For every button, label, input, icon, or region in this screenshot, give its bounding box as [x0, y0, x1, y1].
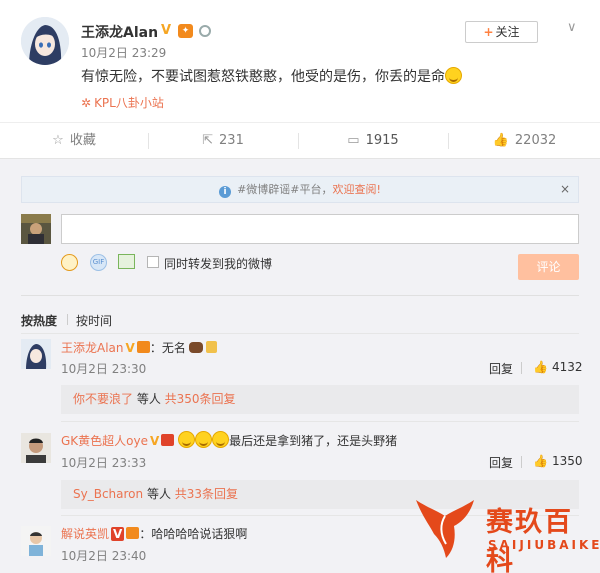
- plus-icon: +: [483, 25, 494, 39]
- comment-author[interactable]: 王添龙Alan: [61, 341, 124, 355]
- info-icon: i: [219, 186, 232, 198]
- comment-avatar[interactable]: [21, 433, 51, 463]
- thumbs-up-icon: 👍: [533, 360, 548, 374]
- beer-emoji-icon: [205, 341, 217, 353]
- watermark-en: SAIJIUBAIKE: [488, 538, 600, 552]
- comment-icon: ▭: [347, 133, 360, 148]
- comment-avatar[interactable]: [21, 526, 51, 556]
- gif-icon[interactable]: GIF: [90, 254, 107, 271]
- source-icon: ✲: [81, 96, 92, 110]
- post-text: 有惊无险，不要试图惹怒铁憨憨，他受的是伤，你丢的是命: [81, 66, 462, 86]
- verified-icon: V: [125, 341, 135, 355]
- comment-time[interactable]: 10月2日 23:30: [61, 360, 146, 377]
- repost-button[interactable]: ⇱ 231: [149, 123, 297, 159]
- smile-emoji-icon: [195, 431, 213, 448]
- comment-text: ：无名: [149, 341, 186, 355]
- star-icon: ☆: [52, 133, 64, 148]
- like-button[interactable]: 👍 22032: [449, 123, 600, 159]
- notice-link[interactable]: 欢迎查阅!: [333, 183, 381, 196]
- comment-author[interactable]: 解说英凯: [61, 527, 109, 541]
- smile-emoji-icon: [445, 67, 462, 84]
- emoji-icon[interactable]: [61, 254, 78, 271]
- author-avatar[interactable]: [21, 17, 69, 65]
- thumbs-up-icon: 👍: [492, 133, 509, 148]
- comment-time[interactable]: 10月2日 23:40: [61, 547, 146, 564]
- member-badge-icon: [136, 341, 150, 353]
- fish-logo-icon: [416, 500, 474, 558]
- divider: [521, 456, 522, 468]
- smile-emoji-icon: [212, 431, 230, 448]
- smile-emoji-icon: [178, 431, 196, 448]
- reply-button[interactable]: 回复: [489, 454, 513, 471]
- sync-repost-label[interactable]: 同时转发到我的微博: [164, 255, 272, 272]
- comment-avatar[interactable]: [21, 339, 51, 369]
- post-source[interactable]: ✲ KPL八卦小站: [81, 94, 164, 111]
- favorite-button[interactable]: ☆ 收藏: [0, 123, 148, 159]
- watermark-cn: 赛玖百科: [486, 507, 573, 573]
- weibo-post: 王添龙Alan V ✦ 10月2日 23:29 有惊无险，不要试图惹怒铁憨憨，他…: [0, 0, 600, 122]
- divider: [521, 362, 522, 374]
- comment-author[interactable]: GK黄色超人oye: [61, 434, 148, 448]
- comment-button[interactable]: ▭ 1915: [299, 123, 447, 159]
- boar-emoji-icon: [188, 342, 203, 353]
- comment-header: 解说英凯 V ：哈哈哈哈说话狠啊: [61, 525, 247, 542]
- sync-repost-checkbox[interactable]: [147, 256, 159, 268]
- submit-comment-button[interactable]: 评论: [518, 254, 579, 280]
- my-avatar[interactable]: [21, 214, 51, 244]
- divider: [21, 295, 579, 296]
- post-action-bar: ☆ 收藏 ⇱ 231 ▭ 1915 👍 22032: [0, 122, 600, 158]
- level-badge-icon[interactable]: [199, 25, 211, 37]
- chevron-down-icon[interactable]: ∨: [567, 20, 577, 35]
- comment-header: 王添龙Alan V ：无名: [61, 339, 217, 356]
- rumor-notice: i #微博辟谣#平台，欢迎查阅! ×: [21, 176, 579, 203]
- author-name[interactable]: 王添龙Alan: [81, 22, 158, 42]
- verified-icon[interactable]: V: [161, 23, 171, 38]
- comment-text: 最后还是拿到猪了，还是头野猪: [229, 434, 398, 448]
- watermark-logo: 赛玖百科 SAIJIUBAIKE: [410, 492, 600, 573]
- follow-button[interactable]: + 关注: [465, 21, 538, 43]
- divider: [21, 333, 579, 334]
- post-time[interactable]: 10月2日 23:29: [81, 44, 166, 61]
- sort-by-time[interactable]: 按时间: [76, 312, 112, 329]
- sort-divider: [67, 314, 68, 325]
- divider: [61, 421, 579, 422]
- comment-input[interactable]: [61, 214, 579, 244]
- member-badge-icon: [161, 434, 175, 446]
- sort-by-hot[interactable]: 按热度: [21, 312, 57, 329]
- comment-like-button[interactable]: 👍 1350: [533, 454, 583, 468]
- comment-time[interactable]: 10月2日 23:33: [61, 454, 146, 471]
- reply-button[interactable]: 回复: [489, 360, 513, 377]
- comment-header: GK黄色超人oye V 最后还是拿到猪了，还是头野猪: [61, 431, 397, 449]
- verified-icon: V: [150, 434, 160, 448]
- repost-icon: ⇱: [202, 133, 214, 148]
- member-badge-icon[interactable]: ✦: [178, 24, 193, 38]
- comment-like-button[interactable]: 👍 4132: [533, 360, 583, 374]
- comment-text: ：哈哈哈哈说话狠啊: [139, 527, 248, 541]
- thumbs-up-icon: 👍: [533, 454, 548, 468]
- image-icon[interactable]: [118, 254, 135, 269]
- member-badge-icon: [126, 527, 140, 539]
- verified-icon: V: [111, 527, 125, 541]
- sub-replies[interactable]: 你不要浪了 等人 共350条回复: [61, 385, 579, 414]
- close-icon[interactable]: ×: [560, 177, 570, 202]
